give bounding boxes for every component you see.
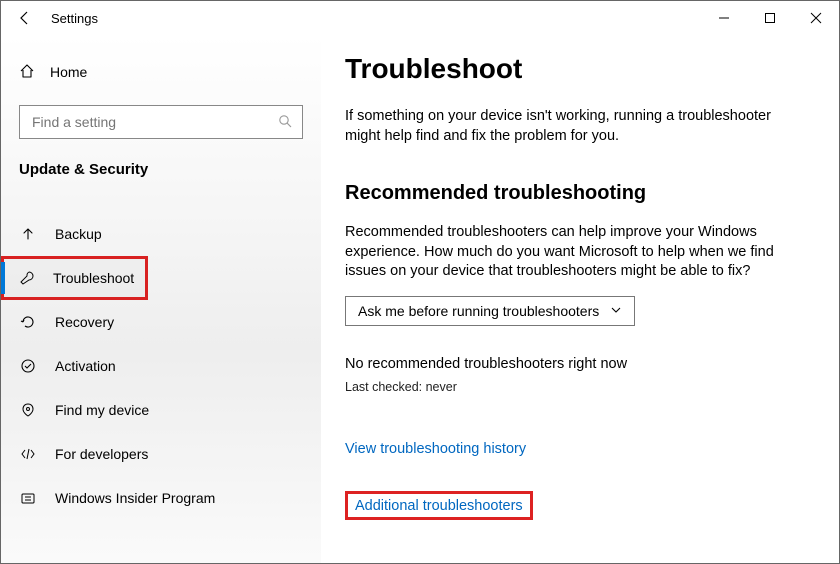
sidebar-item-backup[interactable]: Backup [1, 212, 321, 256]
chevron-down-icon [610, 303, 622, 319]
sidebar-item-label: Troubleshoot [53, 270, 134, 286]
sidebar-section-label: Update & Security [1, 161, 321, 178]
sidebar-item-label: Find my device [55, 402, 149, 418]
sidebar-item-label: Windows Insider Program [55, 490, 215, 506]
search-input[interactable] [19, 105, 303, 139]
sidebar-item-find-my-device[interactable]: Find my device [1, 388, 321, 432]
maximize-button[interactable] [747, 1, 793, 35]
last-checked-text: Last checked: never [345, 380, 827, 394]
page-subtitle: If something on your device isn't workin… [345, 107, 775, 146]
sidebar-item-for-developers[interactable]: For developers [1, 432, 321, 476]
backup-icon [19, 226, 37, 242]
recommended-text: Recommended troubleshooters can help imp… [345, 223, 775, 282]
window-title: Settings [51, 11, 98, 26]
close-button[interactable] [793, 1, 839, 35]
insider-icon [19, 490, 37, 506]
sidebar-item-label: For developers [55, 446, 148, 462]
content-panel: Troubleshoot If something on your device… [321, 35, 839, 563]
sidebar-item-label: Activation [55, 358, 116, 374]
sidebar-item-windows-insider[interactable]: Windows Insider Program [1, 476, 321, 520]
search-field[interactable] [30, 113, 278, 131]
find-device-icon [19, 402, 37, 418]
back-button[interactable] [13, 6, 37, 30]
developers-icon [19, 446, 37, 462]
sidebar-item-label: Backup [55, 226, 102, 242]
recovery-icon [19, 314, 37, 330]
minimize-button[interactable] [701, 1, 747, 35]
sidebar-item-recovery[interactable]: Recovery [1, 300, 321, 344]
search-icon [278, 114, 292, 131]
dropdown-value: Ask me before running troubleshooters [358, 303, 599, 319]
sidebar-home[interactable]: Home [1, 61, 321, 83]
home-icon [19, 63, 35, 82]
sidebar-item-activation[interactable]: Activation [1, 344, 321, 388]
sidebar-item-troubleshoot[interactable]: Troubleshoot [1, 256, 148, 300]
sidebar: Home Update & Security Backup [1, 35, 321, 563]
link-view-history[interactable]: View troubleshooting history [345, 441, 526, 457]
window-controls [701, 1, 839, 35]
no-recommended-text: No recommended troubleshooters right now [345, 356, 827, 372]
troubleshoot-preference-dropdown[interactable]: Ask me before running troubleshooters [345, 296, 635, 326]
sidebar-home-label: Home [50, 64, 87, 80]
sidebar-item-label: Recovery [55, 314, 114, 330]
page-title: Troubleshoot [345, 53, 827, 85]
titlebar: Settings [1, 1, 839, 35]
recommended-heading: Recommended troubleshooting [345, 182, 827, 205]
link-additional-troubleshooters[interactable]: Additional troubleshooters [355, 498, 523, 514]
activation-icon [19, 358, 37, 374]
troubleshoot-icon [19, 270, 35, 286]
